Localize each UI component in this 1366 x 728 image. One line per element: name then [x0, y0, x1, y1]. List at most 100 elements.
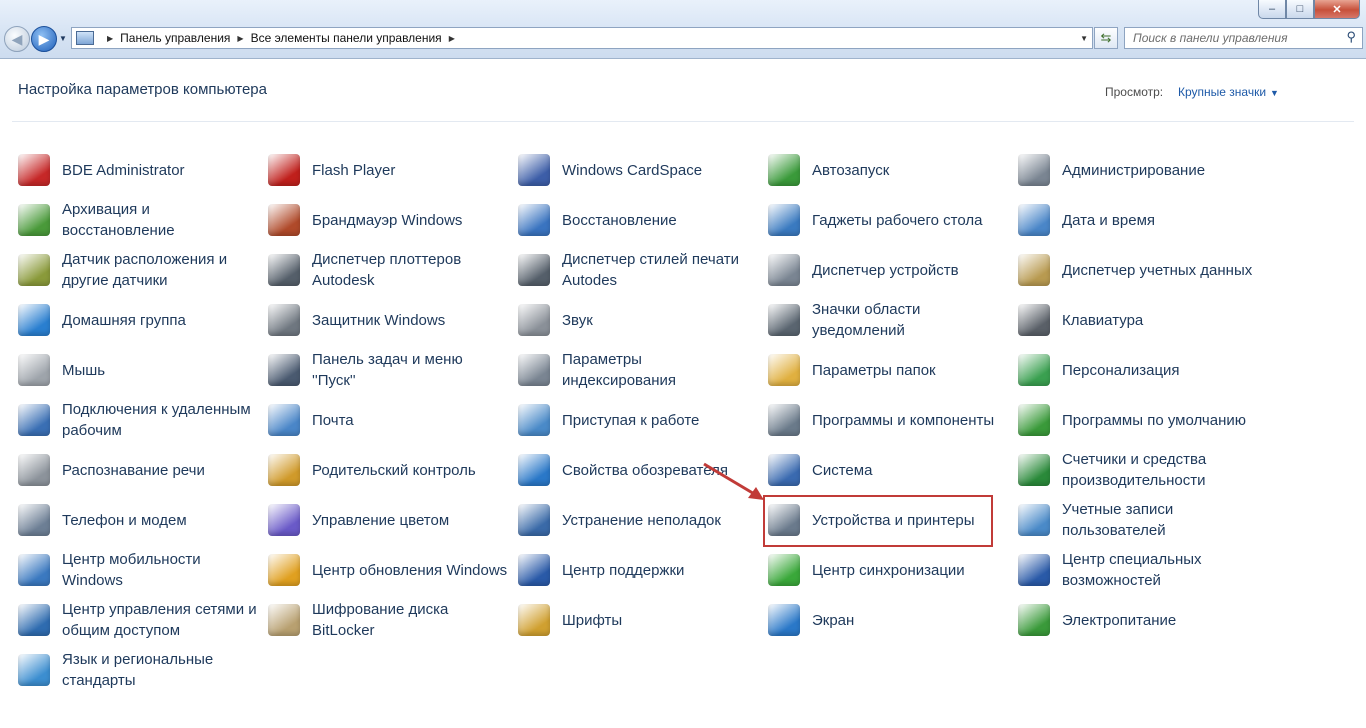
panel-item[interactable]: Мышь	[18, 347, 258, 393]
gadgets-icon	[768, 204, 800, 236]
forward-button[interactable]: ▶	[31, 26, 57, 52]
panel-item[interactable]: Система	[768, 447, 1008, 493]
panel-item[interactable]: Значки области уведомлений	[768, 297, 1008, 343]
panel-item[interactable]: Почта	[268, 397, 508, 443]
remote-icon	[18, 404, 50, 436]
panel-item[interactable]: Диспетчер учетных данных	[1018, 247, 1258, 293]
panel-item-label: Электропитание	[1062, 611, 1177, 629]
panel-item-label: Персонализация	[1062, 361, 1180, 379]
fonts-icon	[518, 604, 550, 636]
panel-item[interactable]: Flash Player	[268, 147, 508, 193]
panel-item[interactable]: Управление цветом	[268, 497, 508, 543]
panel-item-label: Защитник Windows	[312, 311, 446, 329]
panel-item[interactable]: Защитник Windows	[268, 297, 508, 343]
globe-icon	[18, 654, 50, 686]
panel-item-label: Шифрование диска BitLocker	[312, 601, 449, 639]
panel-item-label: Распознавание речи	[62, 461, 205, 479]
back-button[interactable]: ◀	[4, 26, 30, 52]
panel-item[interactable]: Диспетчер устройств	[768, 247, 1008, 293]
chevron-right-icon[interactable]: ▶	[449, 34, 455, 43]
panel-item-label: Мышь	[62, 361, 106, 379]
indexing-icon	[518, 354, 550, 386]
panel-item[interactable]: Центр поддержки	[518, 547, 758, 593]
panel-item[interactable]: Шрифты	[518, 597, 758, 643]
panel-item[interactable]: Язык и региональные стандарты	[18, 647, 258, 693]
refresh-icon: ⇆	[1100, 30, 1112, 45]
chevron-right-icon[interactable]: ▶	[107, 34, 113, 43]
panel-item[interactable]: Центр обновления Windows	[268, 547, 508, 593]
panel-item[interactable]: Счетчики и средства производительности	[1018, 447, 1258, 493]
panel-item-label: Параметры индексирования	[562, 351, 676, 389]
display-icon	[768, 604, 800, 636]
panel-item[interactable]: Гаджеты рабочего стола	[768, 197, 1008, 243]
panel-item[interactable]: Распознавание речи	[18, 447, 258, 493]
programs-icon	[768, 404, 800, 436]
panel-item[interactable]: Телефон и модем	[18, 497, 258, 543]
panel-item[interactable]: Подключения к удаленным рабочим	[18, 397, 258, 443]
panel-item[interactable]: Дата и время	[1018, 197, 1258, 243]
breadcrumb-all-items[interactable]: Все элементы панели управления	[251, 31, 442, 45]
panel-item[interactable]: Учетные записи пользователей	[1018, 497, 1258, 543]
panel-item[interactable]: Персонализация	[1018, 347, 1258, 393]
network-icon	[18, 604, 50, 636]
flash-icon	[268, 154, 300, 186]
panel-item[interactable]: Родительский контроль	[268, 447, 508, 493]
maximize-button[interactable]: □	[1286, 0, 1314, 19]
sync-icon	[768, 554, 800, 586]
panel-item[interactable]: Клавиатура	[1018, 297, 1258, 343]
panel-item[interactable]: Центр специальных возможностей	[1018, 547, 1258, 593]
panel-item[interactable]: Звук	[518, 297, 758, 343]
view-mode-dropdown[interactable]: Крупные значки ▼	[1178, 85, 1279, 99]
panel-item[interactable]: Восстановление	[518, 197, 758, 243]
mail-icon	[268, 404, 300, 436]
panel-item[interactable]: Брандмауэр Windows	[268, 197, 508, 243]
close-button[interactable]: ✕	[1314, 0, 1360, 19]
arrow-right-icon: ▶	[38, 30, 50, 47]
panel-item[interactable]: Центр мобильности Windows	[18, 547, 258, 593]
panel-item[interactable]: Программы по умолчанию	[1018, 397, 1258, 443]
panel-item[interactable]: Центр управления сетями и общим доступом	[18, 597, 258, 643]
panel-item[interactable]: Программы и компоненты	[768, 397, 1008, 443]
panel-item[interactable]: Центр синхронизации	[768, 547, 1008, 593]
homegroup-icon	[18, 304, 50, 336]
panel-item[interactable]: Датчик расположения и другие датчики	[18, 247, 258, 293]
panel-item-label: Панель задач и меню ''Пуск''	[312, 351, 463, 389]
panel-item[interactable]: Диспетчер плоттеров Autodesk	[268, 247, 508, 293]
accessibility-icon	[1018, 554, 1050, 586]
chevron-right-icon[interactable]: ▶	[237, 34, 243, 43]
panel-item[interactable]: Шифрование диска BitLocker	[268, 597, 508, 643]
panel-item[interactable]: Приступая к работе	[518, 397, 758, 443]
panel-item[interactable]: Параметры папок	[768, 347, 1008, 393]
recent-pages-dropdown[interactable]: ▼	[59, 34, 67, 43]
default-programs-icon	[1018, 404, 1050, 436]
search-box[interactable]: ⚲	[1124, 27, 1363, 49]
credentials-icon	[1018, 254, 1050, 286]
panel-item[interactable]: Электропитание	[1018, 597, 1258, 643]
panel-item[interactable]: Домашняя группа	[18, 297, 258, 343]
backup-icon	[18, 204, 50, 236]
panel-item[interactable]: Автозапуск	[768, 147, 1008, 193]
panel-item-label: Программы и компоненты	[812, 411, 995, 429]
minimize-button[interactable]: –	[1258, 0, 1286, 19]
arrow-shaft	[703, 462, 757, 497]
panel-item[interactable]: Параметры индексирования	[518, 347, 758, 393]
search-input[interactable]	[1131, 28, 1340, 48]
title-bar: – □ ✕ ◀ ▶ ▼ ▶ Панель управления ▶ Все эл…	[0, 0, 1366, 59]
panel-item[interactable]: Диспетчер стилей печати Autodes	[518, 247, 758, 293]
panel-item[interactable]: Архивация и восстановление	[18, 197, 258, 243]
address-dropdown-icon[interactable]: ▼	[1080, 34, 1088, 43]
search-icon[interactable]: ⚲	[1346, 29, 1356, 45]
chevron-down-icon: ▼	[1270, 88, 1279, 98]
breadcrumb-control-panel[interactable]: Панель управления	[120, 31, 230, 45]
panel-item-label: Система	[812, 461, 873, 479]
address-bar[interactable]: ▶ Панель управления ▶ Все элементы панел…	[71, 27, 1093, 49]
panel-item[interactable]: Администрирование	[1018, 147, 1258, 193]
panel-item[interactable]: BDE Administrator	[18, 147, 258, 193]
flag-icon	[518, 554, 550, 586]
panel-item[interactable]: Экран	[768, 597, 1008, 643]
panel-item[interactable]: Панель задач и меню ''Пуск''	[268, 347, 508, 393]
panel-item-label: Шрифты	[562, 611, 623, 629]
panel-item[interactable]: Windows CardSpace	[518, 147, 758, 193]
internet-options-icon	[518, 454, 550, 486]
refresh-button[interactable]: ⇆	[1094, 27, 1118, 49]
